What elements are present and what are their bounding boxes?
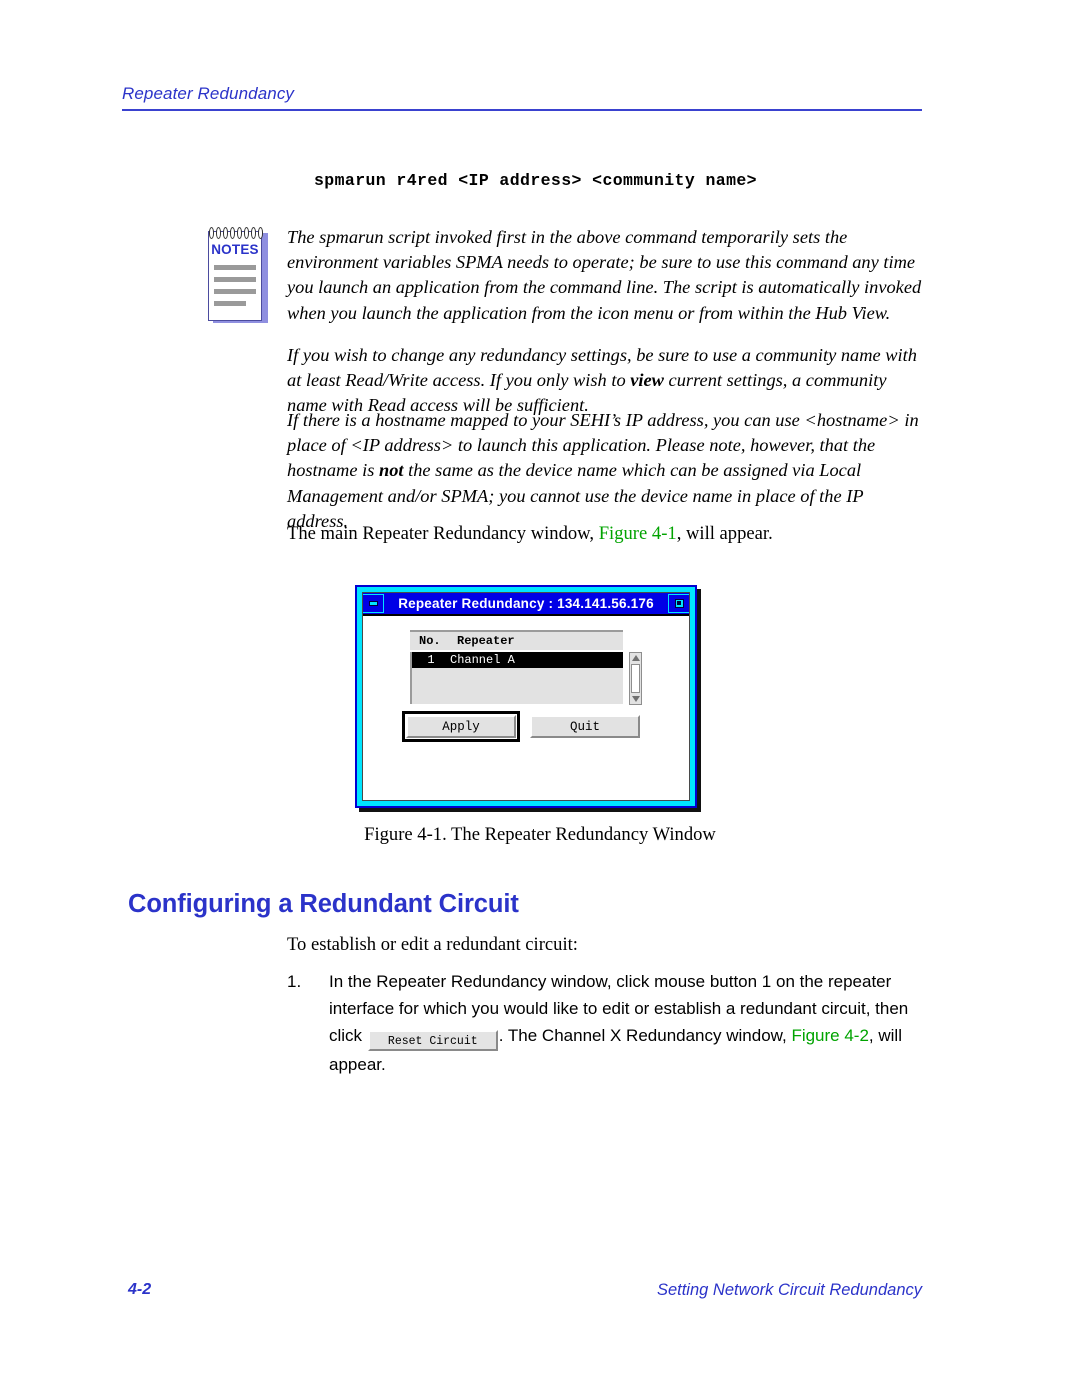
window-body: No. Repeater 1 Channel A Apply Quit [363, 616, 689, 800]
list-scrollbar[interactable] [629, 652, 642, 705]
mainwindow-part2: , will appear. [676, 523, 773, 544]
repeater-list-box[interactable]: 1 Channel A [410, 652, 623, 704]
maximize-icon [674, 599, 684, 608]
page-header: Repeater Redundancy [122, 84, 922, 111]
maximize-button[interactable] [668, 594, 689, 613]
repeater-list-header: No. Repeater [410, 630, 623, 650]
step-list: 1. In the Repeater Redundancy window, cli… [287, 968, 927, 1078]
notes-text: The spmarun script invoked first in the … [287, 225, 922, 418]
hostname-emphasis-not: not [378, 460, 404, 481]
quit-button[interactable]: Quit [530, 715, 640, 738]
note-emphasis-view: view [630, 370, 664, 391]
notepad-rule [214, 289, 256, 294]
command-line-text: spmarun r4red <IP address> <community na… [314, 171, 757, 190]
row-no: 1 [427, 653, 435, 667]
repeater-redundancy-window-figure: Repeater Redundancy : 134.141.56.176 No.… [355, 585, 697, 808]
notepad-spiral-icon [209, 227, 265, 240]
scroll-up-arrow-icon[interactable] [630, 653, 641, 663]
figure-4-2-crossreference[interactable]: Figure 4-2 [791, 1026, 868, 1045]
minimize-button[interactable] [363, 594, 384, 613]
page-footer: 4-2 Setting Network Circuit Redundancy [128, 1281, 922, 1300]
note-paragraph-1: The spmarun script invoked first in the … [287, 227, 922, 323]
column-header-no: No. [419, 634, 441, 648]
figure-caption: Figure 4-1. The Repeater Redundancy Wind… [364, 824, 716, 845]
list-item: 1. In the Repeater Redundancy window, cli… [287, 968, 927, 1078]
page-number: 4-2 [128, 1281, 152, 1298]
window-title: Repeater Redundancy : 134.141.56.176 [398, 596, 654, 611]
notes-notepad-icon: NOTES [207, 227, 269, 325]
row-repeater: Channel A [450, 653, 515, 667]
notepad-rule [214, 265, 256, 270]
table-row[interactable]: 1 Channel A [412, 652, 623, 668]
section-heading: Configuring a Redundant Circuit [128, 890, 519, 918]
minimize-icon [368, 601, 378, 606]
header-rule [122, 109, 922, 111]
window-inner-frame: Repeater Redundancy : 134.141.56.176 No.… [362, 592, 690, 801]
notepad-rule [214, 277, 256, 282]
apply-button[interactable]: Apply [402, 711, 520, 742]
footer-chapter-title: Setting Network Circuit Redundancy [656, 1281, 922, 1299]
window-button-row: Apply Quit [402, 711, 640, 742]
column-header-repeater: Repeater [457, 634, 515, 648]
step-text-part2: . The Channel X Redundancy window, [498, 1026, 792, 1045]
main-window-paragraph: The main Repeater Redundancy window, Fig… [287, 521, 927, 546]
hostname-paragraph: If there is a hostname mapped to your SE… [287, 408, 922, 534]
scroll-down-arrow-icon[interactable] [630, 694, 641, 704]
notepad-rule [214, 301, 246, 306]
running-head: Repeater Redundancy [122, 84, 295, 103]
section-intro-paragraph: To establish or edit a redundant circuit… [287, 934, 578, 955]
scrollbar-thumb[interactable] [631, 664, 640, 693]
notes-icon-label: NOTES [211, 242, 259, 257]
notes-block: NOTES The spmarun script invoked first i… [207, 225, 922, 418]
figure-4-1-crossreference[interactable]: Figure 4-1 [599, 523, 677, 544]
step-number: 1. [287, 972, 302, 991]
window-titlebar: Repeater Redundancy : 134.141.56.176 [363, 593, 689, 616]
mainwindow-part1: The main Repeater Redundancy window, [287, 523, 599, 544]
reset-circuit-button[interactable]: Reset Circuit [367, 1030, 498, 1051]
